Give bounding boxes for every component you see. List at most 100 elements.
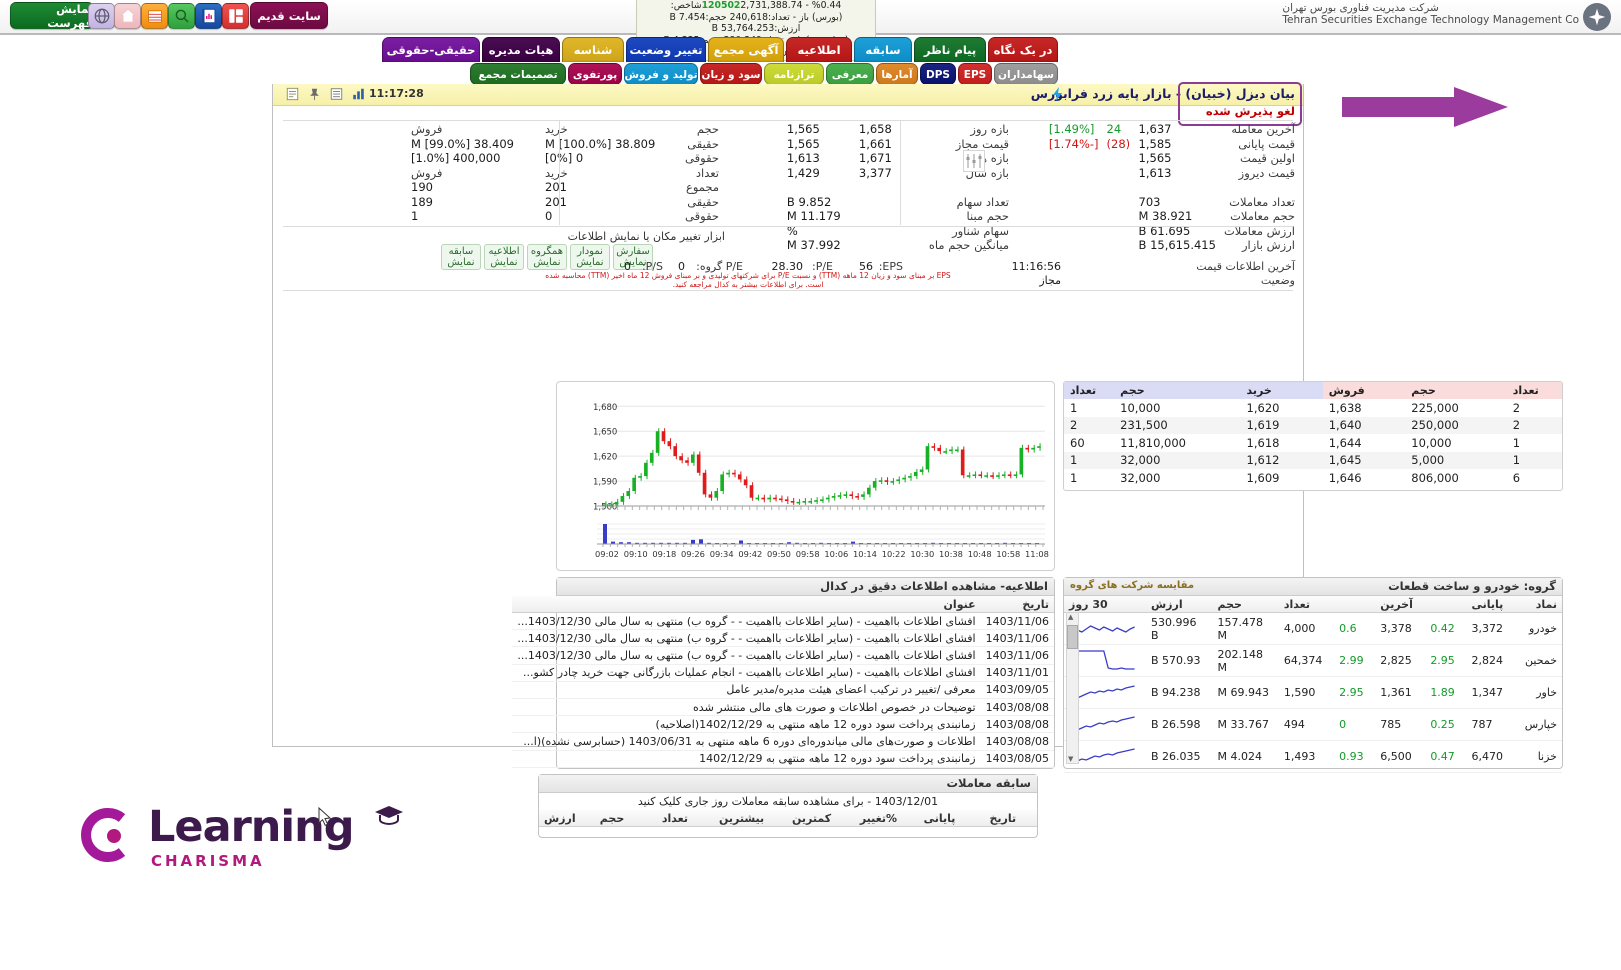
note-icon[interactable] <box>285 87 300 101</box>
nav-tab-7[interactable]: شناسه <box>562 37 624 62</box>
group-row[interactable]: خمحین 2,824 2.95 2,825 2.99 64,374 202.148 M 57… <box>1064 644 1562 677</box>
menu-toggle-button[interactable]: نمایش فهرست <box>10 2 94 30</box>
old-site-button[interactable]: سایت قدیم <box>250 2 328 29</box>
nav-subtab-9[interactable]: پورتفوی <box>568 63 622 85</box>
scroll-down-icon[interactable]: ▼ <box>1068 755 1073 763</box>
svg-text:09:26: 09:26 <box>681 549 705 559</box>
group-table: نماد پایانی آخرین تعداد حجم ارزش 30 روز … <box>1064 596 1562 773</box>
nav-tab-1[interactable]: در یک نگاه <box>988 37 1058 62</box>
kodal-date: 1403/08/08 <box>980 698 1054 717</box>
kodal-row[interactable]: 1403/09/05 معرفی /تغییر در ترکیب اعضای هی… <box>512 681 1054 699</box>
charisma-learning-logo: Learning CHARISMA <box>78 800 418 875</box>
order-book-row[interactable]: 1 10,000 1,644 1,618 11,810,000 60 <box>1064 434 1562 452</box>
kodal-row[interactable]: 1403/11/06 افشای اطلاعات بااهمیت - (سایر … <box>512 646 1054 665</box>
history-header-row: تاریخ پایانی %تغییر کمترین بیشترین تعداد… <box>539 810 1037 827</box>
equalizer-icon[interactable] <box>963 150 985 172</box>
scroll-up-icon[interactable]: ▲ <box>1068 613 1073 621</box>
kodal-title-cell[interactable]: افشای اطلاعات بااهمیت - (سایر اطلاعات با… <box>512 612 981 631</box>
kodal-row[interactable]: 1403/11/06 افشای اطلاعات بااهمیت - (سایر … <box>512 629 1054 648</box>
group-count: 4,000 <box>1278 612 1335 645</box>
group-value: 530.996 B <box>1146 612 1213 645</box>
nav-subtab-8[interactable]: تولید و فروش <box>624 63 698 85</box>
participants-table: حجم خرید فروش حقیقی 38.809 M [100.0%] 38… <box>407 122 723 224</box>
nav-subtab-4[interactable]: آمارها <box>876 63 918 85</box>
kodal-title-cell[interactable]: افشای اطلاعات بااهمیت - (سایر اطلاعات با… <box>512 646 981 665</box>
order-book-row[interactable]: 1 5,000 1,645 1,612 32,000 1 <box>1064 451 1562 469</box>
grid-icon[interactable] <box>222 3 249 29</box>
nav-tab-2[interactable]: پیام ناظر <box>914 37 986 62</box>
kodal-title-cell[interactable]: معرفی /تغییر در ترکیب اعضای هیئت مدیره/م… <box>512 681 981 699</box>
nav-tab-5[interactable]: آگهی مجمع <box>708 37 784 62</box>
group-count: 1,493 <box>1278 740 1335 773</box>
intraday-chart[interactable]: 1,560 1,590 1,620 1,650 1,680 09:02 09:10 09:18… <box>556 381 1055 571</box>
nav-subtab-3[interactable]: DPS <box>920 63 956 85</box>
scrollbar-thumb[interactable] <box>1067 625 1078 649</box>
group-row[interactable]: خزنا 6,470 0.47 6,500 0.93 1,493 4.024 M 26.035… <box>1064 740 1562 773</box>
order-sell-price: 1,646 <box>1328 470 1362 485</box>
sparkline-svg <box>1072 716 1135 731</box>
nav-subtab-label: DPS <box>926 68 950 81</box>
order-book-row[interactable]: 2 250,000 1,640 1,619 231,500 2 <box>1064 416 1562 434</box>
stat-row: حجم خرید فروش <box>411 122 719 137</box>
nav-tab-3[interactable]: سابقه <box>854 37 912 62</box>
group-scrollbar[interactable]: ▲ ▼ <box>1066 612 1079 764</box>
kodal-title-cell[interactable]: زمانبندی پرداخت سود دوره 12 ماهه منتهی ب… <box>512 715 981 734</box>
kodal-title-cell[interactable]: افشای اطلاعات بااهمیت - (سایر اطلاعات با… <box>512 664 981 682</box>
status-value: مجاز <box>1039 274 1061 287</box>
group-value: 94.238 B <box>1146 676 1213 709</box>
nav-tab-8[interactable]: هیات مدیره <box>482 37 560 62</box>
group-symbol: خودرو <box>1516 612 1562 645</box>
book-chart-icon[interactable] <box>195 3 222 29</box>
group-subtitle[interactable]: مقایسه شرکت های گروه <box>1070 580 1194 591</box>
nav-subtab-6[interactable]: ترازنامه <box>764 63 824 85</box>
pin-icon[interactable] <box>307 87 322 101</box>
nav-tab-6[interactable]: تغییر وضعیت <box>626 37 706 62</box>
svg-text:10:22: 10:22 <box>882 549 906 559</box>
stat-row: اولین قیمت 1,565 <box>1138 151 1295 166</box>
globe-icon[interactable] <box>88 3 115 29</box>
nav-subtab-5[interactable]: معرفی <box>826 63 874 85</box>
svg-text:09:10: 09:10 <box>624 549 648 559</box>
svg-text:11:08: 11:08 <box>1025 549 1049 559</box>
list-icon[interactable] <box>329 87 344 101</box>
nav-subtab-2[interactable]: EPS <box>958 63 992 85</box>
nav-tab-label: هیات مدیره <box>488 43 554 57</box>
group-close: 787 <box>1466 708 1517 741</box>
group-symbol: خپارس <box>1516 708 1562 741</box>
order-book-row[interactable]: 2 225,000 1,638 1,620 10,000 1 <box>1064 399 1562 417</box>
kodal-row[interactable]: 1403/08/08 زمانبندی پرداخت سود دوره 12 ما… <box>512 715 1054 734</box>
kodal-title-cell[interactable]: اطلاعات و صورت‌های مالی میاندوره‌ای دوره… <box>512 732 981 751</box>
kodal-row[interactable]: 1403/08/08 توضیحات در خصوص اطلاعات و صورت… <box>512 698 1054 717</box>
group-row[interactable]: خودرو 3,372 0.42 3,378 0.6 4,000 157.478 M 530.… <box>1064 612 1562 645</box>
nav-subtab-10[interactable]: تصمیمات مجمع <box>470 63 566 85</box>
kodal-title-cell[interactable]: افشای اطلاعات بااهمیت - (سایر اطلاعات با… <box>512 629 981 648</box>
stat-row: بازه روز 1,658 1,565 <box>786 122 1009 137</box>
nav-subtab-7[interactable]: سود و زیان <box>700 63 762 85</box>
kodal-row[interactable]: 1403/08/05 زمانبندی پرداخت سود دوره 12 ما… <box>512 750 1054 768</box>
svg-text:09:58: 09:58 <box>796 549 820 559</box>
group-row[interactable]: خپارس 787 0.25 785 0 494 33.767 M 26.598 B <box>1064 708 1562 741</box>
charisma-mark-icon <box>81 808 126 862</box>
order-book-row[interactable]: 6 806,000 1,646 1,609 32,000 1 <box>1064 469 1562 487</box>
history-note[interactable]: 1403/12/01 - برای مشاهده سابقه معاملات ر… <box>539 793 1037 810</box>
kodal-title-cell[interactable]: توضیحات در خصوص اطلاعات و صورت های مالی … <box>512 698 981 717</box>
kodal-header: اطلاعیه- مشاهده اطلاعات دقیق در کدال <box>557 578 1054 596</box>
group-last: 785 <box>1375 708 1426 741</box>
sparkline-svg <box>1072 685 1135 699</box>
kodal-row[interactable]: 1403/08/08 اطلاعات و صورت‌های مالی میاندو… <box>512 732 1054 751</box>
bars-icon[interactable] <box>351 87 366 101</box>
home-icon[interactable] <box>114 3 141 29</box>
kodal-row[interactable]: 1403/11/06 افشای اطلاعات بااهمیت - (سایر … <box>512 612 1054 631</box>
kodal-title-cell[interactable]: زمانبندی پرداخت سود دوره 12 ماهه منتهی ب… <box>512 750 981 768</box>
order-buy-price: 1,618 <box>1246 435 1280 450</box>
ticker-line-1: %0.44 - 1205022,731,388.74 شاخص: <box>642 0 870 12</box>
group-row[interactable]: خاور 1,347 1.89 1,361 2.95 1,590 69.943 M 94.23… <box>1064 676 1562 709</box>
nav-tab-9[interactable]: حقیقی-حقوقی <box>382 37 480 62</box>
group-last: 2,825 <box>1375 644 1426 677</box>
nav-tab-4[interactable]: اطلاعیه <box>786 37 852 62</box>
table-icon[interactable] <box>141 3 168 29</box>
nav-subtab-1[interactable]: سهامداران <box>994 63 1058 85</box>
old-site-label: سایت قدیم <box>257 8 321 23</box>
kodal-row[interactable]: 1403/11/01 افشای اطلاعات بااهمیت - (سایر … <box>512 664 1054 682</box>
search-icon[interactable] <box>168 3 195 29</box>
